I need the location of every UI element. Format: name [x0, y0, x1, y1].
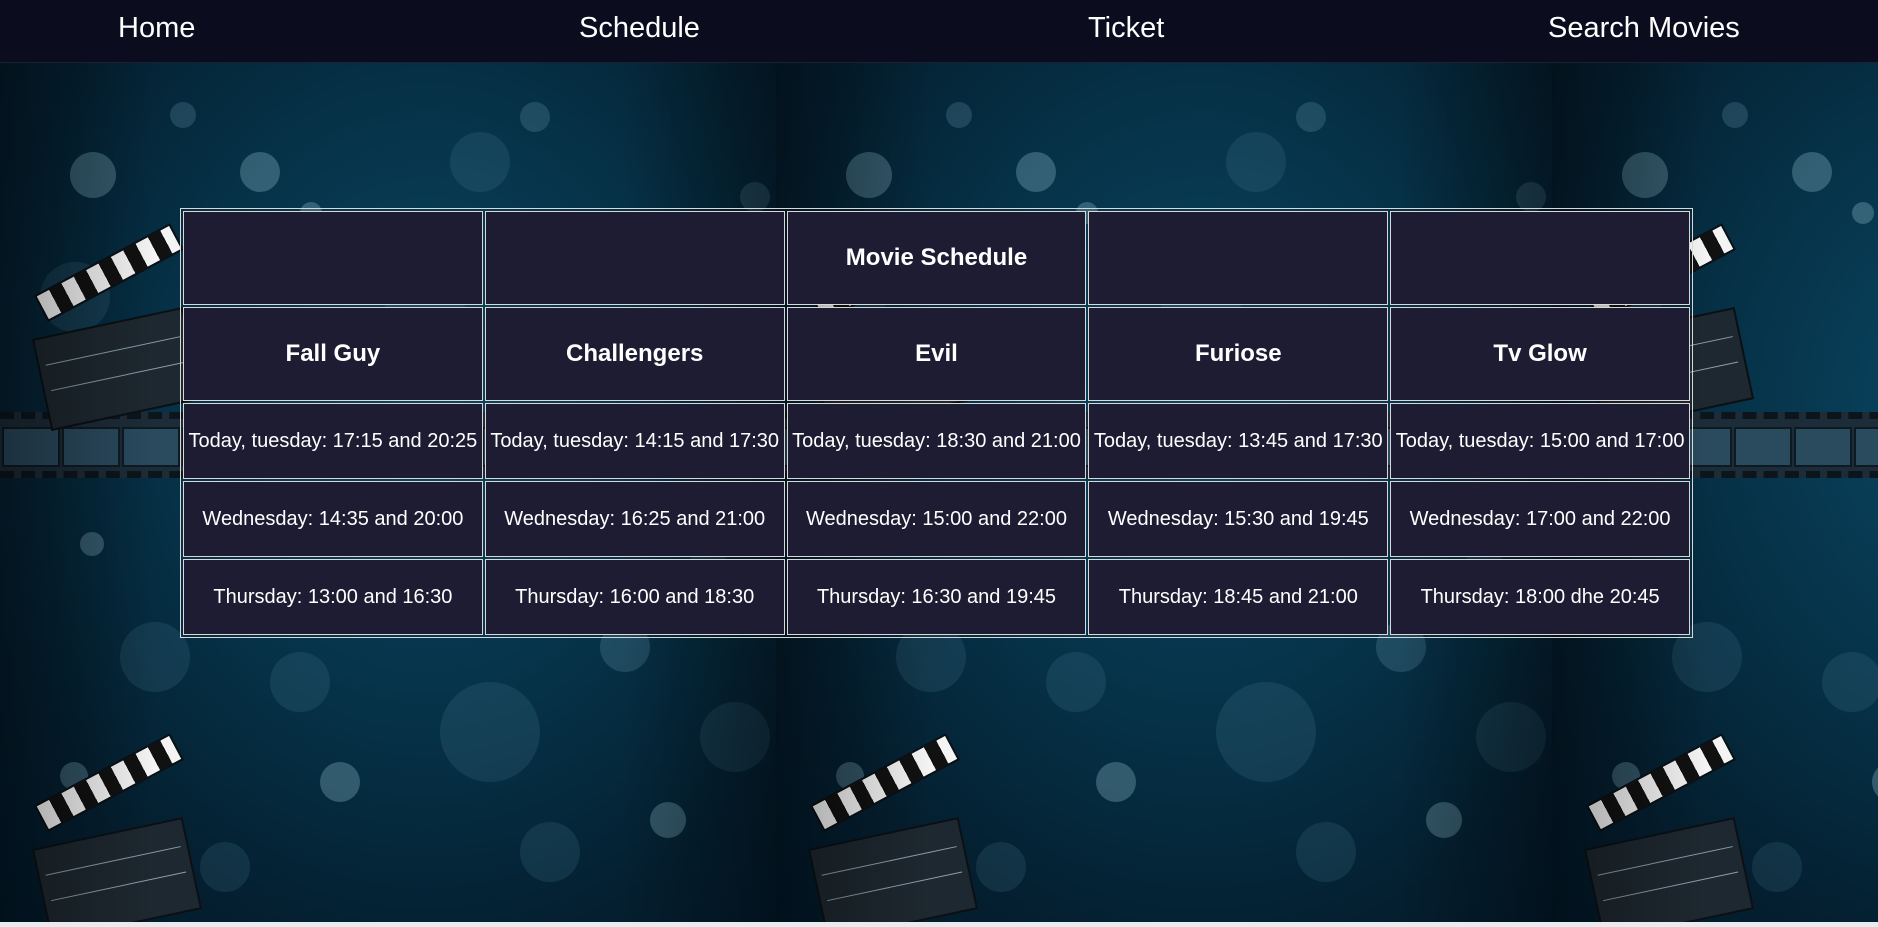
showtime-cell: Today, tuesday: 13:45 and 17:30	[1088, 403, 1389, 479]
nav-link-home[interactable]: Home	[118, 12, 195, 45]
table-title-row: Movie Schedule	[183, 211, 1690, 305]
table-row-tuesday: Today, tuesday: 17:15 and 20:25 Today, t…	[183, 403, 1690, 479]
showtime-cell: Wednesday: 17:00 and 22:00	[1390, 481, 1690, 557]
empty-cell	[1390, 211, 1690, 305]
page: Home Schedule Ticket Search Movies Movie…	[0, 0, 1878, 927]
empty-cell	[484, 211, 785, 305]
movie-schedule-table: Movie Schedule Fall Guy Challengers Evil…	[180, 208, 1693, 638]
page-bottom-edge	[0, 922, 1878, 927]
showtime-cell: Today, tuesday: 17:15 and 20:25	[183, 403, 483, 479]
table-row-thursday: Thursday: 13:00 and 16:30 Thursday: 16:0…	[183, 559, 1690, 635]
showtime-cell: Today, tuesday: 14:15 and 17:30	[484, 403, 785, 479]
top-navigation: Home Schedule Ticket Search Movies	[0, 0, 1878, 63]
showtime-cell: Today, tuesday: 18:30 and 21:00	[786, 403, 1087, 479]
showtime-cell: Thursday: 16:00 and 18:30	[484, 559, 785, 635]
showtime-cell: Thursday: 16:30 and 19:45	[786, 559, 1087, 635]
movie-header-fall-guy: Fall Guy	[183, 307, 483, 401]
showtime-cell: Wednesday: 15:30 and 19:45	[1088, 481, 1389, 557]
showtime-cell: Wednesday: 16:25 and 21:00	[484, 481, 785, 557]
movie-header-evil: Evil	[786, 307, 1087, 401]
table-row-wednesday: Wednesday: 14:35 and 20:00 Wednesday: 16…	[183, 481, 1690, 557]
table-title: Movie Schedule	[786, 211, 1087, 305]
nav-link-search-movies[interactable]: Search Movies	[1548, 12, 1740, 45]
movie-header-row: Fall Guy Challengers Evil Furiose Tv Glo…	[183, 307, 1690, 401]
movie-header-furiose: Furiose	[1088, 307, 1389, 401]
showtime-cell: Thursday: 18:00 dhe 20:45	[1390, 559, 1690, 635]
showtime-cell: Wednesday: 14:35 and 20:00	[183, 481, 483, 557]
showtime-cell: Today, tuesday: 15:00 and 17:00	[1390, 403, 1690, 479]
showtime-cell: Thursday: 13:00 and 16:30	[183, 559, 483, 635]
showtime-cell: Thursday: 18:45 and 21:00	[1088, 559, 1389, 635]
nav-link-schedule[interactable]: Schedule	[579, 12, 700, 45]
empty-cell	[1088, 211, 1389, 305]
nav-link-ticket[interactable]: Ticket	[1088, 12, 1164, 45]
movie-header-tv-glow: Tv Glow	[1390, 307, 1690, 401]
showtime-cell: Wednesday: 15:00 and 22:00	[786, 481, 1087, 557]
empty-cell	[183, 211, 483, 305]
movie-header-challengers: Challengers	[484, 307, 785, 401]
